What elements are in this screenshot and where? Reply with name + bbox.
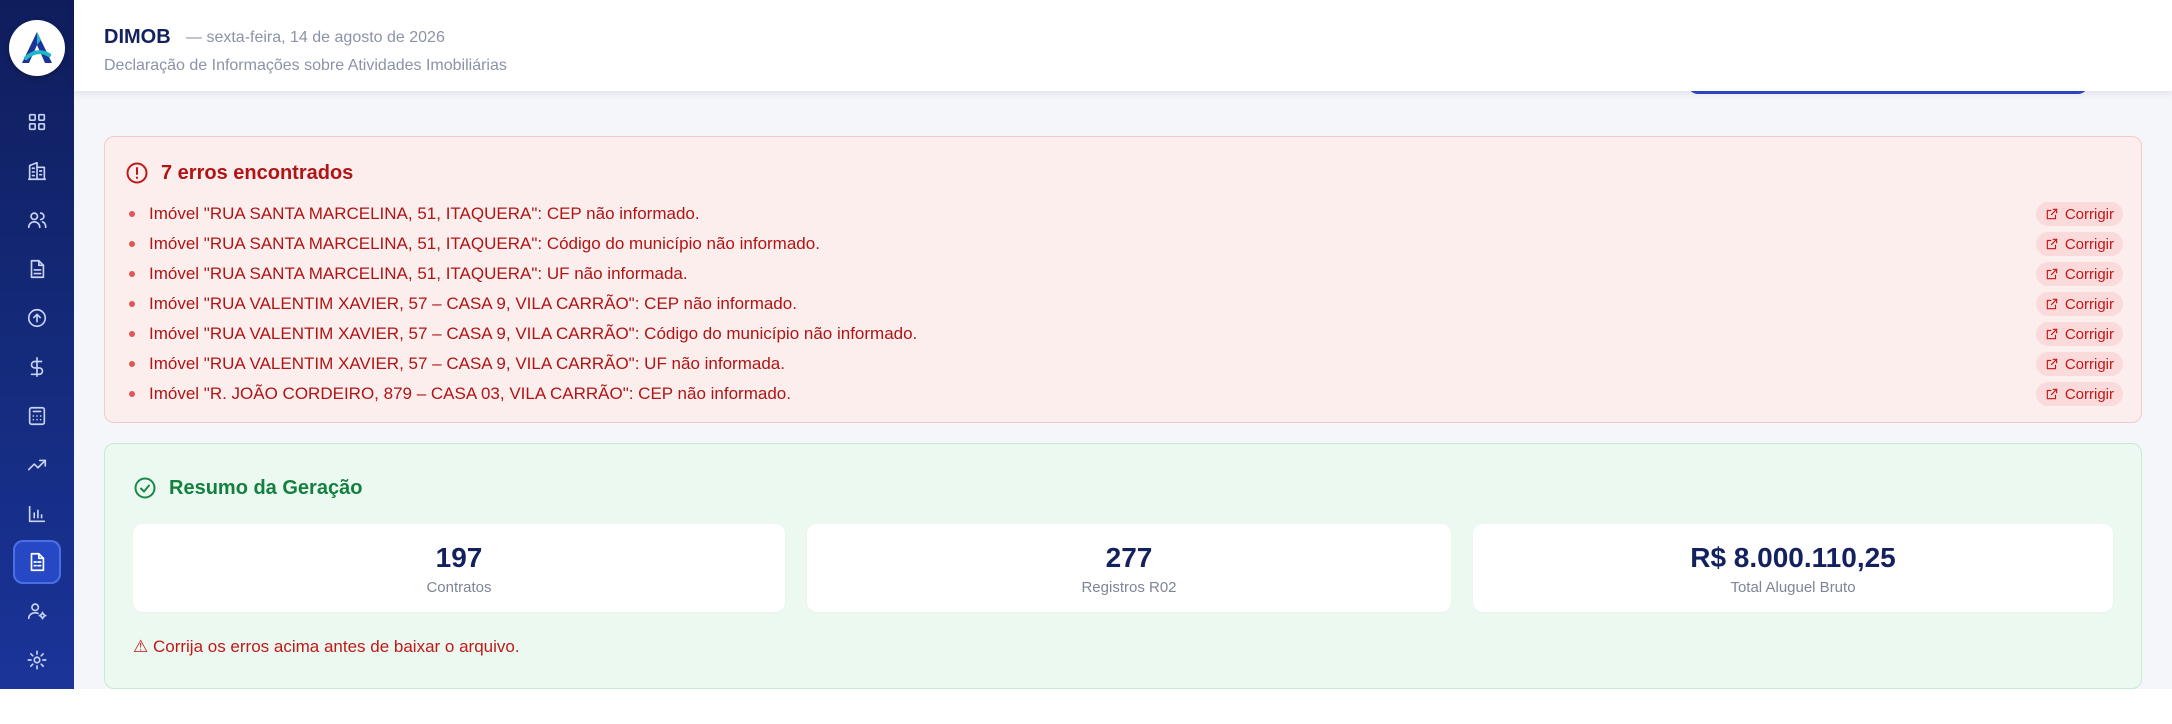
alert-circle-icon xyxy=(126,162,148,184)
stat-label: Registros R02 xyxy=(1081,578,1177,596)
fix-button-label: Corrigir xyxy=(2064,205,2114,223)
external-link-icon xyxy=(2046,388,2058,400)
bullet xyxy=(129,211,135,217)
dashboard-icon xyxy=(28,113,46,131)
bullet xyxy=(129,301,135,307)
error-item: Imóvel "RUA VALENTIM XAVIER, 57 – CASA 9… xyxy=(125,289,2123,319)
check-circle-icon xyxy=(134,477,156,499)
error-text: Imóvel "RUA SANTA MARCELINA, 51, ITAQUER… xyxy=(149,234,820,253)
page-header: DIMOB — sexta-feira, 14 de agosto de 202… xyxy=(74,0,2172,91)
bullet xyxy=(129,271,135,277)
trending-icon xyxy=(27,459,47,471)
stat-value: 277 xyxy=(1105,541,1153,573)
fix-button-label: Corrigir xyxy=(2064,235,2114,253)
external-link-icon xyxy=(2046,328,2058,340)
error-item: Imóvel "RUA VALENTIM XAVIER, 57 – CASA 9… xyxy=(125,349,2123,379)
stat-value: R$ 8.000.110,25 xyxy=(1690,541,1896,573)
external-link-icon xyxy=(2046,208,2058,220)
error-item: Imóvel "RUA SANTA MARCELINA, 51, ITAQUER… xyxy=(125,229,2123,259)
upload-icon xyxy=(27,308,47,328)
sidebar-item-dimob[interactable] xyxy=(13,540,61,584)
errors-title: 7 erros encontrados xyxy=(161,161,354,184)
error-item: Imóvel "RUA SANTA MARCELINA, 51, ITAQUER… xyxy=(125,199,2123,229)
errors-header: 7 erros encontrados xyxy=(125,161,353,185)
fix-button[interactable]: Corrigir xyxy=(2035,202,2123,226)
errors-list: Imóvel "RUA SANTA MARCELINA, 51, ITAQUER… xyxy=(125,199,2123,409)
error-item: Imóvel "RUA VALENTIM XAVIER, 57 – CASA 9… xyxy=(125,319,2123,349)
fix-button-label: Corrigir xyxy=(2064,265,2114,283)
building-icon xyxy=(27,161,47,181)
error-text: Imóvel "RUA SANTA MARCELINA, 51, ITAQUER… xyxy=(149,204,700,223)
error-item: Imóvel "RUA SANTA MARCELINA, 51, ITAQUER… xyxy=(125,259,2123,289)
errors-panel: 7 erros encontrados Imóvel "RUA SANTA MA… xyxy=(104,136,2142,423)
download-warning: ⚠ Corrija os erros acima antes de baixar… xyxy=(133,637,520,656)
dimob-report-icon xyxy=(30,552,45,572)
error-text: Imóvel "RUA SANTA MARCELINA, 51, ITAQUER… xyxy=(149,264,688,283)
fix-button-label: Corrigir xyxy=(2064,355,2114,373)
external-link-icon xyxy=(2046,358,2058,370)
fix-button-label: Corrigir xyxy=(2064,385,2114,403)
sidebar-item-import[interactable] xyxy=(13,296,61,340)
dollar-icon xyxy=(30,357,44,377)
app-root: DIMOB — sexta-feira, 14 de agosto de 202… xyxy=(0,0,2172,724)
stat-card-contracts: 197 Contratos xyxy=(133,524,785,612)
summary-title: Resumo da Geração xyxy=(169,476,363,499)
page-date: — sexta-feira, 14 de agosto de 2026 xyxy=(186,29,445,46)
external-link-icon xyxy=(2046,298,2058,310)
fix-button[interactable]: Corrigir xyxy=(2035,262,2123,286)
sidebar-item-properties[interactable] xyxy=(13,149,61,193)
sidebar-item-calculator[interactable] xyxy=(13,394,61,438)
fix-button[interactable]: Corrigir xyxy=(2035,352,2123,376)
bullet xyxy=(129,331,135,337)
bullet xyxy=(129,361,135,367)
sidebar-item-trends[interactable] xyxy=(13,443,61,487)
fix-button[interactable]: Corrigir xyxy=(2035,292,2123,316)
calculator-icon xyxy=(28,406,46,426)
bullet xyxy=(129,241,135,247)
sidebar-item-dashboard[interactable] xyxy=(13,100,61,144)
sidebar xyxy=(0,0,74,689)
external-link-icon xyxy=(2046,268,2058,280)
fix-button-label: Corrigir xyxy=(2064,295,2114,313)
gear-icon xyxy=(27,650,47,670)
error-text: Imóvel "RUA VALENTIM XAVIER, 57 – CASA 9… xyxy=(149,294,797,313)
sidebar-item-contracts[interactable] xyxy=(13,247,61,291)
summary-panel: Resumo da Geração 197 Contratos 277 Regi… xyxy=(104,443,2142,689)
stat-card-records: 277 Registros R02 xyxy=(807,524,1451,612)
logo-icon xyxy=(22,32,52,63)
error-text: Imóvel "RUA VALENTIM XAVIER, 57 – CASA 9… xyxy=(149,354,785,373)
user-settings-icon xyxy=(27,603,47,620)
stat-label: Contratos xyxy=(426,578,492,596)
stat-label: Total Aluguel Bruto xyxy=(1730,578,1856,596)
sidebar-item-finance[interactable] xyxy=(13,345,61,389)
sidebar-item-reports[interactable] xyxy=(13,492,61,536)
stat-card-total-rent: R$ 8.000.110,25 Total Aluguel Bruto xyxy=(1473,524,2113,612)
bar-chart-icon xyxy=(28,505,46,523)
sidebar-item-settings[interactable] xyxy=(13,638,61,682)
fix-button[interactable]: Corrigir xyxy=(2035,382,2123,406)
external-link-icon xyxy=(2046,238,2058,250)
page-subtitle: Declaração de Informações sobre Atividad… xyxy=(104,57,507,74)
page-title: DIMOB xyxy=(104,26,171,48)
stat-value: 197 xyxy=(435,541,483,573)
app-logo[interactable] xyxy=(9,20,65,76)
bullet xyxy=(129,391,135,397)
sidebar-item-user-settings[interactable] xyxy=(13,589,61,633)
fix-button[interactable]: Corrigir xyxy=(2035,322,2123,346)
fix-button[interactable]: Corrigir xyxy=(2035,232,2123,256)
error-item: Imóvel "R. JOÃO CORDEIRO, 879 – CASA 03,… xyxy=(125,379,2123,409)
sidebar-item-people[interactable] xyxy=(13,198,61,242)
document-icon xyxy=(30,259,45,279)
users-icon xyxy=(27,212,47,229)
error-text: Imóvel "RUA VALENTIM XAVIER, 57 – CASA 9… xyxy=(149,324,918,343)
summary-header: Resumo da Geração xyxy=(133,476,362,500)
fix-button-label: Corrigir xyxy=(2064,325,2114,343)
error-text: Imóvel "R. JOÃO CORDEIRO, 879 – CASA 03,… xyxy=(149,384,791,403)
